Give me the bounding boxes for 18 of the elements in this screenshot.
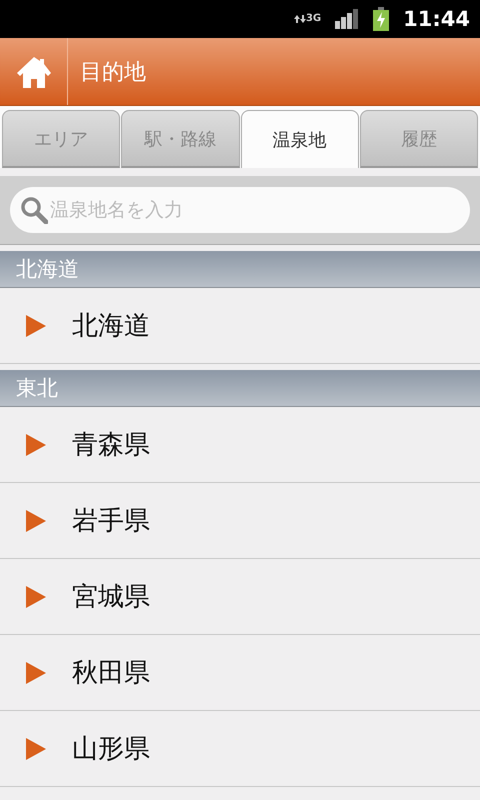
battery-charging-icon — [373, 7, 390, 31]
triangle-icon — [26, 662, 46, 684]
tab[interactable]: 温泉地 — [240, 110, 359, 168]
network-type: 3G — [306, 14, 322, 24]
triangle-icon — [26, 434, 46, 456]
triangle-icon — [26, 314, 46, 336]
search-icon — [20, 196, 48, 224]
signal-icon — [335, 9, 360, 29]
triangle-icon — [26, 510, 46, 532]
search-field[interactable]: 温泉地名を入力 — [10, 187, 470, 233]
triangle-icon — [26, 738, 46, 760]
clock: 11:44 — [403, 7, 470, 31]
home-icon — [16, 56, 52, 88]
section-title: 北海道 — [16, 256, 79, 283]
data-arrows-icon — [294, 15, 306, 23]
triangle-icon — [26, 586, 46, 608]
screen-title: 目的地 — [79, 58, 146, 86]
section-title: 東北 — [16, 375, 58, 402]
